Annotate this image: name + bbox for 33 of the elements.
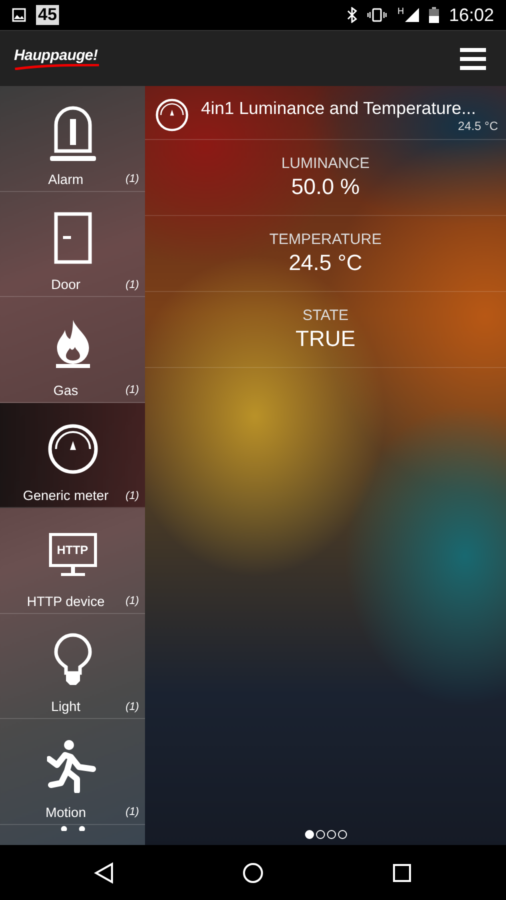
device-count: (1) [126, 278, 139, 290]
device-count: (1) [126, 173, 139, 185]
reading-label: LUMINANCE [281, 155, 370, 172]
device-count: (1) [126, 700, 139, 712]
category-label: Light [50, 699, 82, 714]
category-label: Gas [52, 382, 80, 398]
sidebar-item[interactable]: HTTP HTTP device (1) [0, 508, 145, 614]
category-label: Generic meter [22, 488, 110, 503]
reading-value: 50.0 % [291, 174, 360, 200]
device-count: (1) [126, 384, 139, 396]
reading-value: TRUE [296, 326, 356, 352]
reading-label: TEMPERATURE [269, 231, 382, 248]
device-title: 4in1 Luminance and Temperature... [201, 98, 477, 119]
sidebar-item[interactable]: Light (1) [0, 614, 145, 719]
network-type: H [397, 6, 404, 16]
device-count: (1) [126, 595, 139, 607]
device-summary: 24.5 °C [458, 119, 498, 133]
sidebar-item[interactable]: Gas (1) [0, 297, 145, 402]
device-count: (1) [126, 490, 139, 502]
notification-badge: 45 [36, 5, 59, 25]
sidebar-item[interactable]: Door (1) [0, 192, 145, 297]
sidebar-item[interactable]: Alarm (1) [0, 86, 145, 192]
sidebar-item[interactable]: Generic meter (1) [0, 402, 145, 508]
clock: 16:02 [448, 4, 494, 26]
sidebar-item[interactable]: Motion (1) [0, 719, 145, 824]
category-label: Motion [44, 804, 88, 820]
category-label: Alarm [47, 172, 84, 186]
category-label: HTTP device [26, 594, 106, 608]
reading-value: 24.5 °C [288, 250, 362, 276]
category-label: Door [50, 277, 82, 292]
logo: Hauppauge! [14, 47, 100, 70]
device-count: (1) [126, 806, 139, 818]
reading-label: STATE [302, 307, 349, 324]
